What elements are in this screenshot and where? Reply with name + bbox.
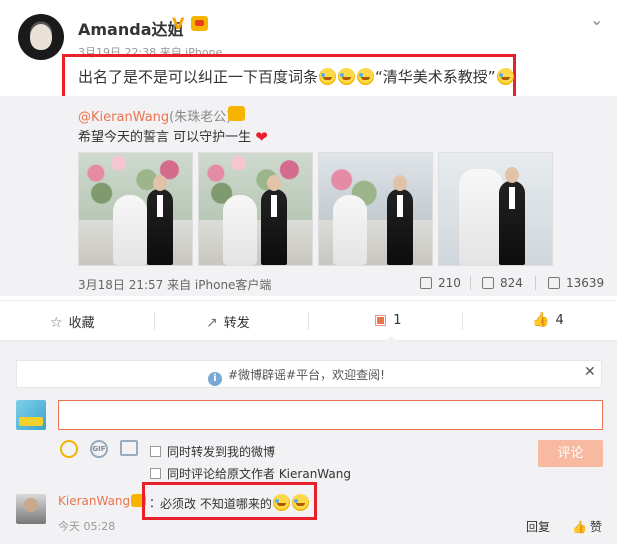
bride-figure xyxy=(459,169,503,265)
commenter-avatar[interactable] xyxy=(16,494,46,524)
forward-icon xyxy=(420,277,432,289)
laugh-emoji-icon xyxy=(357,68,375,85)
thumbs-up-icon xyxy=(548,277,560,289)
notice-text[interactable]: i #微博辟谣#平台，欢迎查阅! xyxy=(208,366,385,386)
repost-option[interactable]: 同时转发到我的微博 xyxy=(150,443,275,460)
groom-figure xyxy=(261,175,287,265)
laugh-emoji-icon xyxy=(496,68,514,85)
author-name[interactable]: Amanda达姐 xyxy=(78,16,184,40)
post-text: 出名了是不是可以纠正一下百度词条 “清华美术系教授” xyxy=(78,66,515,87)
gif-icon[interactable]: GIF xyxy=(90,440,108,458)
comment-author-option[interactable]: 同时评论给原文作者 KieranWang xyxy=(150,465,351,482)
comment-button[interactable]: ▣ 1 xyxy=(374,312,402,328)
comment-icon: ▣ xyxy=(374,312,388,328)
repost-user-alias: (朱珠老公) xyxy=(169,110,232,125)
groom-figure xyxy=(387,175,413,265)
repost-option-label: 同时转发到我的微博 xyxy=(167,445,276,459)
repost-vip-badge-icon[interactable] xyxy=(228,106,245,121)
forward-label: 转发 xyxy=(223,316,250,331)
verified-v-icon: V xyxy=(172,14,185,33)
info-icon: i xyxy=(208,372,222,386)
star-icon: ☆ xyxy=(50,315,63,331)
groom-figure xyxy=(147,175,173,265)
wedding-photo-2[interactable] xyxy=(198,152,313,266)
favorite-label: 收藏 xyxy=(68,316,95,331)
submit-comment-button[interactable]: 评论 xyxy=(538,440,603,467)
heart-icon: ❤ xyxy=(255,128,268,146)
forward-button[interactable]: ↗ 转发 xyxy=(206,312,250,331)
comment-count-value: 824 xyxy=(500,276,523,290)
tab-caret xyxy=(384,336,398,343)
wedding-photo-1[interactable] xyxy=(78,152,193,266)
my-avatar[interactable] xyxy=(16,400,46,430)
comment-count[interactable]: 824 xyxy=(482,276,523,290)
commenter-name[interactable]: KieranWang xyxy=(58,494,130,508)
like-count[interactable]: 13639 xyxy=(548,276,604,290)
bride-figure xyxy=(333,195,367,265)
laugh-cry-emoji-icon xyxy=(272,494,290,511)
divider xyxy=(535,276,536,290)
repost-count[interactable]: 210 xyxy=(420,276,461,290)
thumbs-up-icon: 👍 xyxy=(532,312,550,328)
like-button[interactable]: 👍 4 xyxy=(532,312,564,328)
forward-icon: ↗ xyxy=(206,315,218,331)
post-quote: “清华美术系教授” xyxy=(375,68,496,86)
wedding-photo-3[interactable] xyxy=(318,152,433,266)
like-count-value: 13639 xyxy=(566,276,605,290)
comment-author-checkbox[interactable] xyxy=(150,468,161,479)
vip-badge-icon[interactable] xyxy=(191,16,208,31)
author-avatar[interactable] xyxy=(18,14,64,60)
chevron-down-icon[interactable]: ⌄ xyxy=(590,10,603,29)
wedding-photo-4[interactable] xyxy=(438,152,553,266)
comment-label: 1 xyxy=(393,313,402,328)
repost-count-value: 210 xyxy=(438,276,461,290)
laugh-emoji-icon xyxy=(319,68,337,85)
reply-button[interactable]: 回复 xyxy=(526,518,550,535)
bride-figure xyxy=(223,195,257,265)
laugh-emoji-icon xyxy=(338,68,356,85)
groom-figure xyxy=(499,167,525,265)
comment-input[interactable] xyxy=(58,400,603,430)
comment-text-content: 必须改 不知道哪来的 xyxy=(160,497,272,511)
post-text-main: 出名了是不是可以纠正一下百度词条 xyxy=(78,68,319,86)
favorite-button[interactable]: ☆ 收藏 xyxy=(50,312,95,331)
divider xyxy=(154,312,155,330)
bride-figure xyxy=(113,195,147,265)
repost-user-id[interactable]: @KieranWang xyxy=(78,110,169,125)
comment-text: 必须改 不知道哪来的 xyxy=(160,494,310,512)
emoji-icon[interactable] xyxy=(60,440,78,458)
comment-icon xyxy=(482,277,494,289)
laugh-cry-emoji-icon xyxy=(291,494,309,511)
repost-user[interactable]: @KieranWang(朱珠老公) xyxy=(78,106,231,125)
comment-time: 今天 05:28 xyxy=(58,520,116,533)
divider xyxy=(470,276,471,290)
like-label: 4 xyxy=(555,313,564,328)
repost-text: 希望今天的誓言 可以守护一生 ❤ xyxy=(78,126,268,146)
image-icon[interactable] xyxy=(120,440,138,456)
comment-like-label: 赞 xyxy=(589,520,602,534)
close-icon[interactable]: ✕ xyxy=(584,364,596,380)
comment-like-button[interactable]: 👍 赞 xyxy=(572,518,602,535)
notice-label: #微博辟谣#平台，欢迎查阅! xyxy=(228,368,385,382)
comment-author-option-label: 同时评论给原文作者 KieranWang xyxy=(167,467,351,481)
divider xyxy=(462,312,463,330)
divider xyxy=(308,312,309,330)
repost-checkbox[interactable] xyxy=(150,446,161,457)
repost-time[interactable]: 3月18日 21:57 来自 iPhone客户端 xyxy=(78,276,271,293)
thumbs-up-icon: 👍 xyxy=(572,520,587,534)
repost-text-content: 希望今天的誓言 可以守护一生 xyxy=(78,130,252,145)
